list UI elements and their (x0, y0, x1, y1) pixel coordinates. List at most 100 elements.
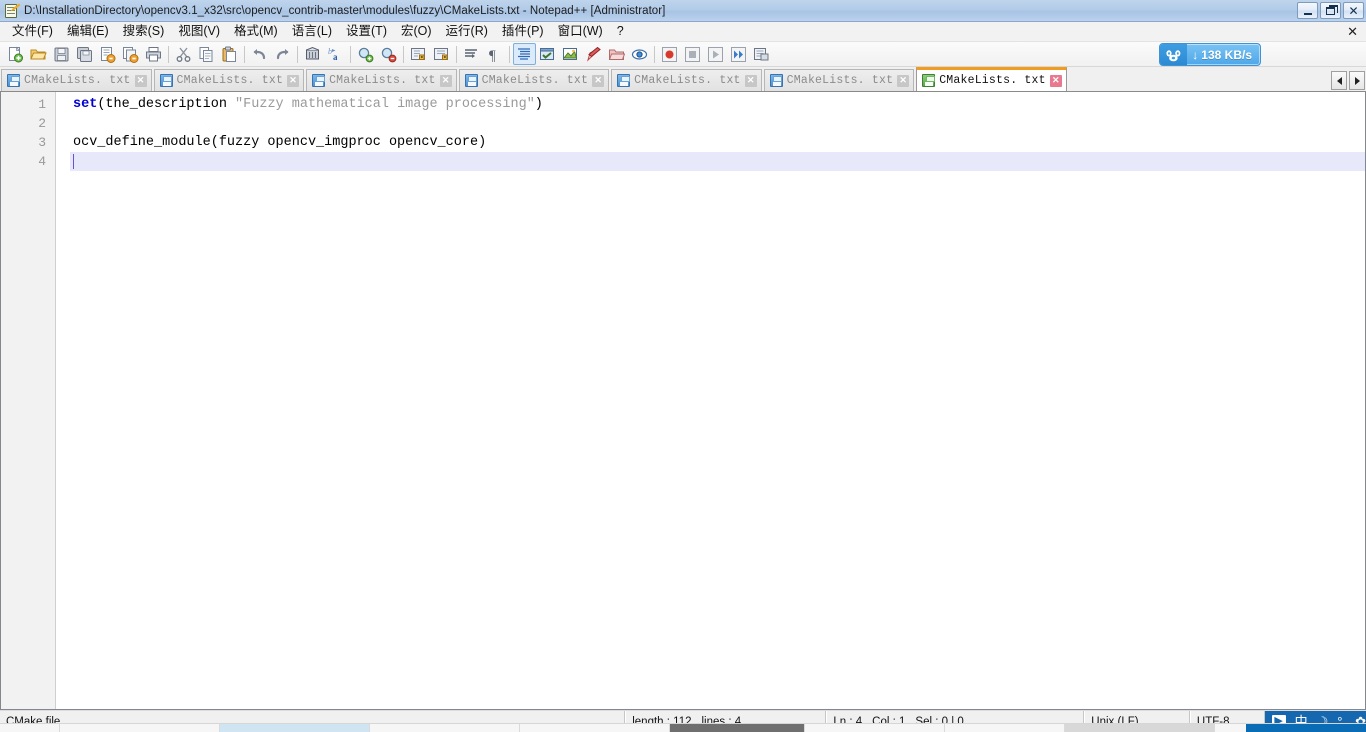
close-icon[interactable]: ✕ (744, 74, 757, 87)
paste-icon[interactable] (218, 43, 241, 65)
record-macro-icon[interactable] (658, 43, 681, 65)
indent-guide-icon[interactable] (513, 43, 536, 65)
tab-scroll-left-button[interactable] (1331, 71, 1347, 90)
menu-run[interactable]: 运行(R) (439, 22, 495, 41)
tab-cmakelists-3[interactable]: CMakeLists. txt ✕ (306, 69, 457, 91)
close-icon[interactable]: ✕ (287, 74, 300, 87)
zoom-in-icon[interactable] (354, 43, 377, 65)
taskbar-item[interactable] (1065, 724, 1215, 732)
play-macro-icon[interactable] (704, 43, 727, 65)
undo-icon[interactable] (248, 43, 271, 65)
tab-cmakelists-6[interactable]: CMakeLists. txt ✕ (763, 69, 915, 91)
save-icon[interactable] (50, 43, 73, 65)
code-line-2[interactable] (70, 114, 1365, 133)
close-document-button[interactable]: ✕ (1347, 23, 1358, 41)
close-file-icon[interactable] (96, 43, 119, 65)
tab-label: CMakeLists. txt (481, 74, 589, 87)
taskbar-item[interactable] (805, 724, 945, 732)
taskbar-item[interactable] (670, 724, 805, 732)
svg-text:a: a (333, 52, 338, 62)
menu-edit[interactable]: 编辑(E) (60, 22, 116, 41)
saved-file-icon (159, 74, 173, 87)
line-number: 2 (38, 116, 46, 131)
tab-cmakelists-7-active[interactable]: CMakeLists. txt ✕ (916, 67, 1067, 91)
menu-settings[interactable]: 设置(T) (339, 22, 394, 41)
user-defined-dialog-icon[interactable] (536, 43, 559, 65)
saved-file-icon (769, 74, 783, 87)
close-icon[interactable]: ✕ (439, 74, 452, 87)
close-window-button[interactable]: ✕ (1343, 2, 1364, 19)
run-macro-multiple-icon[interactable] (727, 43, 750, 65)
save-all-icon[interactable] (73, 43, 96, 65)
word-wrap-icon[interactable] (460, 43, 483, 65)
window-title: D:\InstallationDirectory\opencv3.1_x32\s… (24, 4, 666, 17)
toolbar-separator (456, 45, 457, 63)
code-line-3[interactable]: ocv_define_module(fuzzy opencv_imgproc o… (70, 133, 1365, 152)
saved-file-icon (617, 74, 631, 87)
replace-icon[interactable]: ba (324, 43, 347, 65)
menu-view[interactable]: 视图(V) (171, 22, 227, 41)
taskbar-item[interactable] (370, 724, 520, 732)
folder-as-workspace-icon[interactable] (605, 43, 628, 65)
restore-button[interactable] (1320, 2, 1341, 19)
zoom-out-icon[interactable] (377, 43, 400, 65)
editor-area[interactable]: 1 2 3 4 set(the_description "Fuzzy mathe… (0, 92, 1366, 710)
menu-search[interactable]: 搜索(S) (116, 22, 172, 41)
sync-horizontal-scroll-icon[interactable] (430, 43, 453, 65)
menu-help[interactable]: ? (610, 22, 631, 41)
find-icon[interactable] (301, 43, 324, 65)
taskbar-item[interactable] (0, 724, 60, 732)
tab-cmakelists-4[interactable]: CMakeLists. txt ✕ (458, 69, 610, 91)
toolbar-separator (350, 45, 351, 63)
taskbar-item[interactable] (60, 724, 220, 732)
code-line-4[interactable] (70, 152, 1365, 171)
close-icon: ✕ (1348, 3, 1359, 18)
baidu-netdisk-speed-widget[interactable]: ↓ 138 KB/s (1159, 43, 1261, 66)
copy-icon[interactable] (195, 43, 218, 65)
close-icon[interactable]: ✕ (1049, 74, 1062, 87)
close-icon[interactable]: ✕ (592, 74, 605, 87)
sync-vertical-scroll-icon[interactable] (407, 43, 430, 65)
close-icon[interactable]: ✕ (897, 74, 910, 87)
download-speed-text: 138 KB/s (1201, 47, 1252, 62)
tab-cmakelists-2[interactable]: CMakeLists. txt ✕ (153, 69, 305, 91)
redo-icon[interactable] (271, 43, 294, 65)
taskbar-clock[interactable] (1246, 724, 1366, 732)
fold-margin[interactable] (56, 92, 70, 709)
new-file-icon[interactable] (4, 43, 27, 65)
tab-label: CMakeLists. txt (329, 74, 436, 87)
tab-cmakelists-1[interactable]: CMakeLists. txt ✕ (1, 69, 152, 91)
close-icon[interactable]: ✕ (134, 74, 147, 87)
print-icon[interactable] (142, 43, 165, 65)
saved-file-icon (464, 74, 478, 87)
document-map-icon[interactable] (559, 43, 582, 65)
line-number: 4 (38, 154, 46, 169)
menu-plugins[interactable]: 插件(P) (495, 22, 551, 41)
minimize-button[interactable] (1297, 2, 1318, 19)
toolbar-separator (244, 45, 245, 63)
menu-language[interactable]: 语言(L) (285, 22, 339, 41)
show-all-chars-icon[interactable]: ¶ (483, 43, 506, 65)
function-list-icon[interactable] (582, 43, 605, 65)
tab-scroll-right-button[interactable] (1349, 71, 1365, 90)
taskbar-item[interactable] (220, 724, 370, 732)
tab-cmakelists-5[interactable]: CMakeLists. txt ✕ (611, 69, 762, 91)
svg-text:¶: ¶ (489, 48, 496, 63)
monitoring-icon[interactable] (628, 43, 651, 65)
taskbar-item[interactable] (520, 724, 670, 732)
cut-icon[interactable] (172, 43, 195, 65)
code-line-1[interactable]: set(the_description "Fuzzy mathematical … (70, 95, 1365, 114)
menu-file[interactable]: 文件(F) (5, 22, 60, 41)
code-text-area[interactable]: set(the_description "Fuzzy mathematical … (70, 92, 1365, 709)
close-all-icon[interactable] (119, 43, 142, 65)
menu-window[interactable]: 窗口(W) (551, 22, 610, 41)
stop-recording-icon[interactable] (681, 43, 704, 65)
svg-text:b: b (328, 47, 332, 56)
menu-format[interactable]: 格式(M) (227, 22, 285, 41)
save-macro-icon[interactable] (750, 43, 773, 65)
saved-file-icon (312, 74, 326, 87)
open-file-icon[interactable] (27, 43, 50, 65)
token-plain: (the_description (97, 97, 236, 112)
menu-macro[interactable]: 宏(O) (394, 22, 439, 41)
taskbar-item[interactable] (945, 724, 1065, 732)
